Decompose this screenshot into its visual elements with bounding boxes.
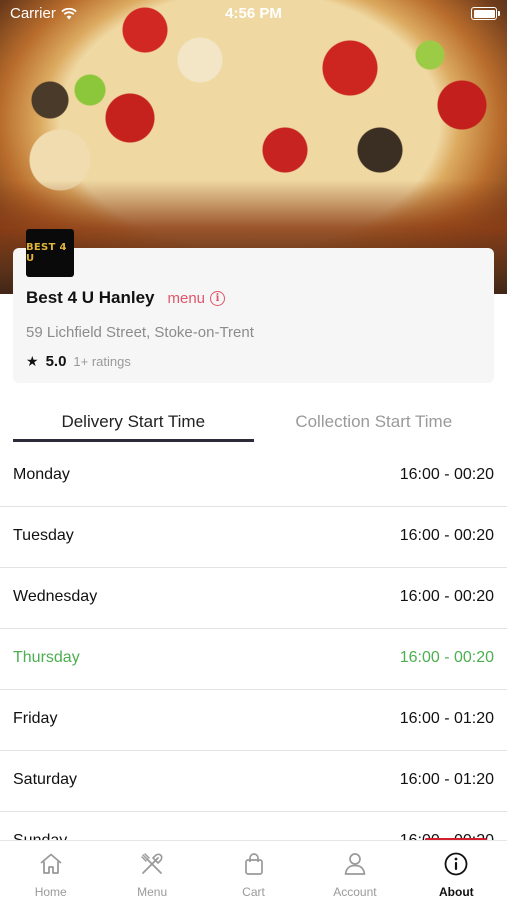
time-tabs: Delivery Start Time Collection Start Tim… [13,400,494,442]
rating-row: ★ 5.0 1+ ratings [26,353,131,370]
schedule-row-sunday: Sunday 16:00 - 00:20 [0,812,507,840]
nav-menu-label: Menu [137,885,168,899]
hours-value: 16:00 - 00:20 [399,527,494,544]
status-bar: Carrier 4:56 PM [0,0,507,28]
day-label: Friday [13,710,58,727]
schedule-list: Monday 16:00 - 00:20 Tuesday 16:00 - 00:… [0,446,507,840]
hours-value: 16:00 - 00:20 [399,588,494,605]
hours-value: 16:00 - 01:20 [399,710,494,727]
nav-account[interactable]: Account [304,841,405,900]
store-title-row: Best 4 U Hanley menu i [26,288,226,308]
bottom-nav: Home Menu Cart Account About [0,840,507,900]
user-icon [341,850,369,878]
schedule-row-wednesday: Wednesday 16:00 - 00:20 [0,568,507,629]
store-name: Best 4 U Hanley [26,288,155,307]
schedule-row-saturday: Saturday 16:00 - 01:20 [0,751,507,812]
schedule-row-friday: Friday 16:00 - 01:20 [0,690,507,751]
schedule-row-thursday: Thursday 16:00 - 00:20 [0,629,507,690]
tab-collection-start-time[interactable]: Collection Start Time [254,400,495,442]
day-label: Saturday [13,771,78,788]
shopping-bag-icon [240,850,268,878]
star-icon: ★ [26,353,39,369]
day-label: Monday [13,466,70,483]
home-icon [37,850,65,878]
status-time: 4:56 PM [225,5,282,22]
hours-value: 16:00 - 01:20 [399,771,494,788]
store-logo-text: BEST 4 U [26,242,67,264]
store-address: 59 Lichfield Street, Stoke-on-Trent [26,324,254,341]
rating-count: 1+ ratings [73,354,131,369]
hours-value: 16:00 - 00:20 [399,466,494,483]
hours-value: 16:00 - 00:20 [399,649,494,666]
info-icon [442,850,470,878]
nav-cart-label: Cart [242,885,265,899]
nav-home-label: Home [34,885,67,899]
info-icon[interactable]: i [210,290,226,306]
nav-about[interactable]: About [406,841,507,900]
schedule-row-tuesday: Tuesday 16:00 - 00:20 [0,507,507,568]
schedule-row-monday: Monday 16:00 - 00:20 [0,446,507,507]
rating-value: 5.0 [45,353,67,370]
nav-home[interactable]: Home [0,841,101,900]
cutlery-icon [138,850,166,878]
tab-delivery-start-time[interactable]: Delivery Start Time [13,400,254,442]
store-logo: BEST 4 U [26,229,74,277]
nav-account-label: Account [333,885,377,899]
day-label: Tuesday [13,527,74,544]
nav-menu[interactable]: Menu [101,841,202,900]
day-label: Thursday [13,649,80,666]
battery-icon [471,7,500,20]
nav-cart[interactable]: Cart [203,841,304,900]
day-label: Sunday [13,832,67,840]
day-label: Wednesday [13,588,98,605]
menu-link[interactable]: menu [168,290,206,307]
nav-about-label: About [439,885,474,899]
